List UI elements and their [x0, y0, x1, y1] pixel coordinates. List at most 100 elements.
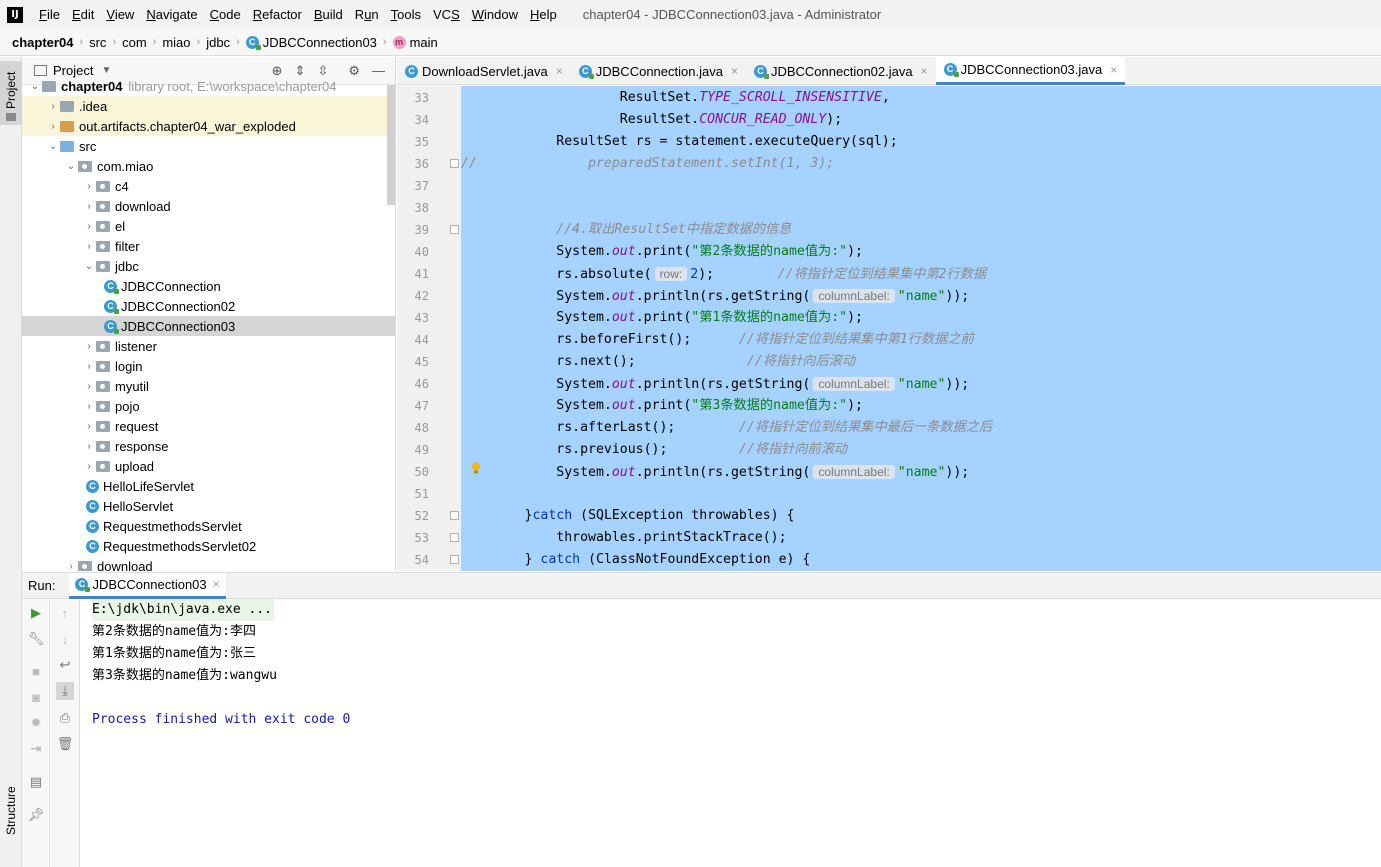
project-tool-button[interactable]: Project [0, 61, 22, 125]
editor-tab[interactable]: C JDBCConnection.java × [571, 57, 746, 85]
tree-item[interactable]: C RequestmethodsServlet02 [22, 536, 395, 556]
menu-file[interactable]: File [33, 7, 66, 22]
tree-item[interactable]: C RequestmethodsServlet [22, 516, 395, 536]
tree-item[interactable]: › upload [22, 456, 395, 476]
run-toolbar-secondary: ↑ ↓ ↩ ⤓ ⎙ 🗑︎ [51, 600, 80, 867]
tree-item[interactable]: C JDBCConnection03 [22, 316, 395, 336]
tree-item[interactable]: › myutil [22, 376, 395, 396]
breadcrumb-item[interactable]: JDBCConnection03 [263, 35, 377, 50]
tree-item[interactable]: C JDBCConnection02 [22, 296, 395, 316]
run-tab[interactable]: C JDBCConnection03 × [69, 572, 226, 599]
menu-tools[interactable]: Tools [385, 7, 427, 22]
chevron-down-icon[interactable]: ▼ [101, 65, 111, 76]
breadcrumb-item[interactable]: chapter04 [12, 35, 73, 50]
editor-tab[interactable]: C DownloadServlet.java × [397, 57, 571, 85]
tree-scrollbar[interactable] [387, 85, 395, 205]
layout-icon[interactable]: ▤ [28, 774, 44, 790]
package-icon [96, 400, 110, 412]
chevron-right-icon[interactable]: › [82, 221, 96, 232]
trash-icon[interactable]: 🗑︎ [57, 736, 74, 752]
tree-item[interactable]: › out.artifacts.chapter04_war_exploded [22, 116, 395, 136]
tree-item[interactable]: › login [22, 356, 395, 376]
tree-item[interactable]: › response [22, 436, 395, 456]
menu-build[interactable]: Build [308, 7, 349, 22]
scroll-to-end-icon[interactable]: ⤓ [56, 682, 74, 700]
tree-item[interactable]: ⌄ com.miao [22, 156, 395, 176]
close-icon[interactable]: × [213, 577, 220, 591]
chevron-right-icon[interactable]: › [82, 181, 96, 192]
close-icon[interactable]: × [1110, 63, 1117, 77]
chevron-right-icon[interactable]: › [82, 361, 96, 372]
menu-window[interactable]: Window [466, 7, 524, 22]
chevron-right-icon[interactable]: › [82, 201, 96, 212]
chevron-right-icon[interactable]: › [82, 241, 96, 252]
tree-item[interactable]: › .idea [22, 96, 395, 116]
breadcrumb-item[interactable]: main [410, 35, 438, 50]
tree-item[interactable]: › listener [22, 336, 395, 356]
editor-tab[interactable]: C JDBCConnection03.java × [935, 57, 1126, 85]
tree-item-label: filter [115, 238, 140, 254]
menu-code[interactable]: Code [204, 7, 247, 22]
menu-run[interactable]: Run [349, 7, 385, 22]
tree-item-label: listener [115, 338, 157, 354]
tree-item[interactable]: › filter [22, 236, 395, 256]
chevron-right-icon[interactable]: › [64, 561, 78, 572]
login-icon[interactable]: ⇥ [28, 741, 44, 757]
tree-item[interactable]: ⌄ jdbc [22, 256, 395, 276]
tree-item[interactable]: › request [22, 416, 395, 436]
tree-item[interactable]: C HelloLifeServlet [22, 476, 395, 496]
left-tool-strip: Project Structure [0, 57, 22, 867]
chevron-down-icon[interactable]: ⌄ [82, 261, 96, 272]
editor-tab[interactable]: C JDBCConnection02.java × [746, 57, 936, 85]
menu-vcs[interactable]: VCS [427, 7, 466, 22]
debug-icon[interactable]: ✹ [28, 715, 44, 731]
breadcrumb-item[interactable]: miao [162, 35, 190, 50]
structure-tool-button[interactable]: Structure [0, 769, 22, 867]
run-console[interactable]: E:\jdk\bin\java.exe ... 第2条数据的name值为:李四 第1… [81, 599, 1381, 867]
tree-root[interactable]: ⌄ chapter04 library root, E:\workspace\cha… [22, 76, 395, 96]
menu-edit[interactable]: Edit [66, 7, 100, 22]
chevron-right-icon[interactable]: › [82, 421, 96, 432]
menu-refactor[interactable]: Refactor [247, 7, 308, 22]
camera-icon[interactable]: ◙ [28, 689, 44, 705]
close-icon[interactable]: × [731, 64, 738, 78]
chevron-right-icon[interactable]: › [82, 381, 96, 392]
folder-icon [42, 80, 56, 92]
close-icon[interactable]: × [921, 64, 928, 78]
soft-wrap-icon[interactable]: ↩ [57, 657, 73, 673]
menu-help[interactable]: Help [524, 7, 563, 22]
tree-item[interactable]: › el [22, 216, 395, 236]
pin-icon[interactable]: 📌︎ [28, 807, 45, 823]
chevron-right-icon[interactable]: › [46, 101, 60, 112]
chevron-down-icon[interactable]: ⌄ [28, 81, 42, 92]
breadcrumb-item[interactable]: jdbc [206, 35, 230, 50]
chevron-down-icon[interactable]: ⌄ [46, 141, 60, 152]
chevron-right-icon[interactable]: › [82, 461, 96, 472]
breadcrumb-item[interactable]: com [122, 35, 147, 50]
close-icon[interactable]: × [556, 64, 563, 78]
tree-item[interactable]: › download [22, 556, 395, 572]
menu-navigate[interactable]: Navigate [140, 7, 203, 22]
chevron-right-icon[interactable]: › [82, 341, 96, 352]
chevron-right-icon[interactable]: › [82, 401, 96, 412]
menu-view[interactable]: View [100, 7, 140, 22]
rerun-icon[interactable]: ▶ [28, 605, 44, 621]
print-icon[interactable]: ⎙ [57, 710, 73, 726]
wrench-icon[interactable]: 🔧︎ [28, 631, 45, 647]
tree-item[interactable]: › c4 [22, 176, 395, 196]
stop-icon[interactable]: ■ [28, 663, 44, 679]
code-editor[interactable]: 33 ResultSet.TYPE_SCROLL_INSENSITIVE, 34 … [397, 86, 1381, 571]
chevron-right-icon[interactable]: › [82, 441, 96, 452]
tree-item[interactable]: › pojo [22, 396, 395, 416]
tree-item[interactable]: ⌄ src [22, 136, 395, 156]
chevron-right-icon[interactable]: › [46, 121, 60, 132]
breadcrumb-item[interactable]: src [89, 35, 106, 50]
tree-item[interactable]: C JDBCConnection [22, 276, 395, 296]
line-number: 42 [414, 289, 429, 303]
tree-item[interactable]: › download [22, 196, 395, 216]
arrow-up-icon[interactable]: ↑ [57, 605, 73, 621]
tree-item[interactable]: C HelloServlet [22, 496, 395, 516]
arrow-down-icon[interactable]: ↓ [57, 631, 73, 647]
chevron-down-icon[interactable]: ⌄ [64, 161, 78, 172]
code-text: System.out.println(rs.getString(columnLa… [556, 377, 970, 392]
